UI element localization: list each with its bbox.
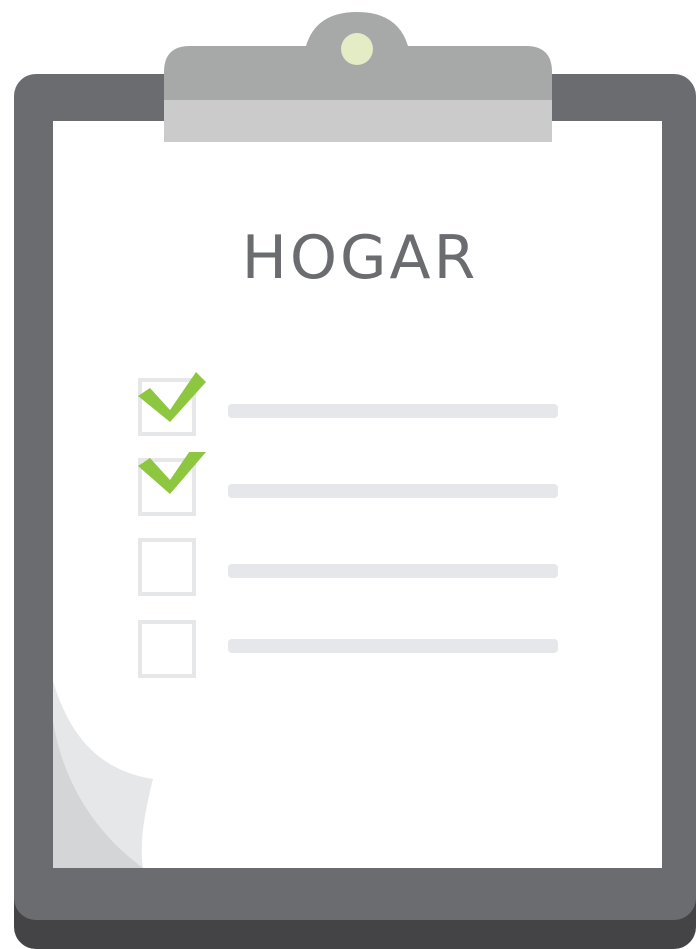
check-mark-icon [138,372,206,422]
checklist-item [138,372,560,440]
checklist-item [138,620,560,682]
check-mark-icon [138,452,206,494]
checkbox-empty[interactable] [138,620,196,678]
task-line-placeholder [228,484,558,498]
checklist [0,0,696,949]
task-line-placeholder [228,564,558,578]
checkbox-empty[interactable] [138,538,196,596]
task-line-placeholder [228,404,558,418]
checklist-item [138,538,560,600]
clipboard-illustration: HOGAR [0,0,696,949]
checklist-item [138,452,560,520]
task-line-placeholder [228,639,558,653]
